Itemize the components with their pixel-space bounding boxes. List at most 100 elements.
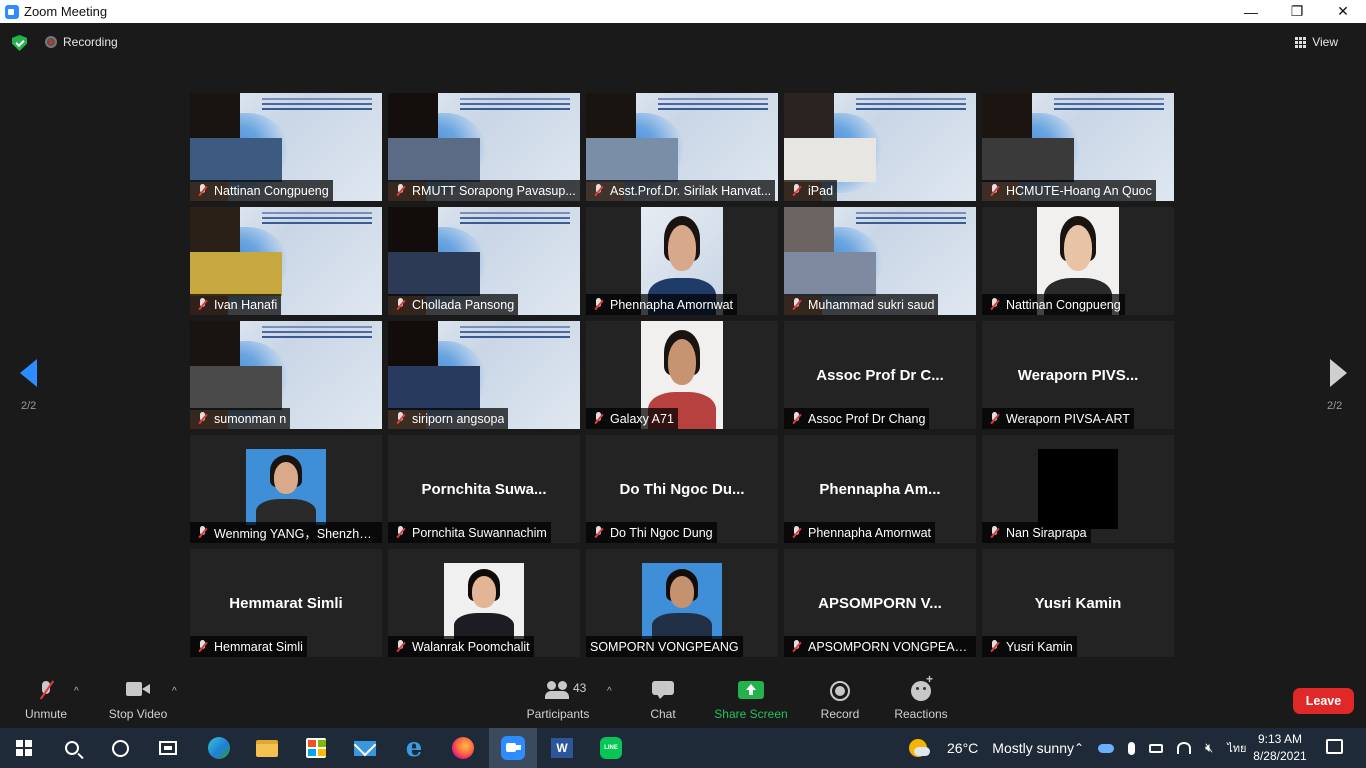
participant-name-label: siriporn angsopa [388,408,509,429]
participant-video-tile[interactable]: Pornchita Suwa... Pornchita Suwannachim [388,435,580,543]
security-shield-icon[interactable] [12,35,27,51]
word-taskbar-button[interactable]: W [538,728,586,768]
clock-date: 8/28/2021 [1253,749,1307,763]
close-button[interactable]: ✕ [1320,0,1366,23]
muted-microphone-icon [393,180,409,201]
meeting-area: Recording View 2/2 2/2 Nattinan Congpuen… [0,23,1366,671]
participant-name-label: Muhammad sukri saud [784,294,939,315]
muted-microphone-icon [39,681,53,701]
system-clock[interactable]: 9:13 AM 8/28/2021 [1248,731,1312,765]
share-screen-icon [738,681,764,699]
internet-explorer-taskbar-button[interactable]: e [390,728,438,768]
reactions-button[interactable]: Reactions [893,671,949,728]
chat-button[interactable]: Chat [646,671,680,728]
participant-video-tile[interactable]: iPad [784,93,976,201]
battery-icon[interactable] [1149,743,1164,753]
mail-taskbar-button[interactable] [341,728,389,768]
participant-shoulders [784,138,877,182]
minimize-button[interactable]: — [1228,0,1274,23]
participants-button[interactable]: 43 Participants [525,671,591,728]
participant-hair [982,93,1032,139]
participants-options-caret-icon[interactable]: ^ [607,686,612,697]
weather-widget[interactable]: 26°C Mostly sunny [909,728,1074,768]
participant-video-tile[interactable]: Galaxy A71 [586,321,778,429]
audio-options-caret-icon[interactable]: ^ [74,686,79,697]
next-page-arrow-icon[interactable] [1330,359,1347,387]
onedrive-cloud-icon[interactable] [1098,743,1115,753]
show-hidden-icons-chevron-icon[interactable]: ⌃ [1074,741,1084,755]
muted-microphone-icon [591,180,607,201]
start-button[interactable] [0,728,48,768]
wifi-icon[interactable] [1177,742,1192,754]
edge-browser-icon [208,737,230,759]
video-options-caret-icon[interactable]: ^ [172,686,177,697]
share-screen-button[interactable]: Share Screen [714,671,788,728]
microphone-icon[interactable] [1128,741,1136,755]
participant-shoulders [388,366,481,410]
volume-muted-icon[interactable]: 🔇︎ [1205,740,1213,756]
zoom-taskbar-button[interactable] [489,728,537,768]
muted-microphone-icon [987,408,1003,429]
participant-video-tile[interactable]: APSOMPORN V... APSOMPORN VONGPEANG [784,549,976,657]
participant-video-tile[interactable]: HCMUTE-Hoang An Quoc [982,93,1174,201]
input-language-indicator[interactable]: ไทย [1227,739,1246,757]
participant-video-tile[interactable]: Nattinan Congpueng [190,93,382,201]
participant-name-text: sumonman n [214,411,287,426]
task-view-button[interactable] [144,728,192,768]
title-bar: Zoom Meeting — ❐ ✕ [0,0,1366,23]
leave-meeting-button[interactable]: Leave [1293,688,1354,714]
muted-microphone-icon [393,408,409,429]
participant-video-tile[interactable]: Yusri Kamin Yusri Kamin [982,549,1174,657]
participant-name-label: Pornchita Suwannachim [388,522,551,543]
maximize-button[interactable]: ❐ [1274,0,1320,23]
participant-video-tile[interactable]: siriporn angsopa [388,321,580,429]
muted-microphone-icon [195,522,211,543]
unmute-button[interactable]: Unmute [22,671,70,728]
store-taskbar-button[interactable] [292,728,340,768]
participant-name-text: Nan Siraprapa [1006,525,1087,540]
muted-microphone-icon [987,636,1003,657]
participant-video-tile[interactable]: Ivan Hanafi [190,207,382,315]
participant-video-tile[interactable]: Weraporn PIVS... Weraporn PIVSA-ART [982,321,1174,429]
participant-video-tile[interactable]: Hemmarat Simli Hemmarat Simli [190,549,382,657]
page-indicator-left: 2/2 [21,400,37,412]
search-button[interactable] [48,728,96,768]
line-taskbar-button[interactable]: LINE [587,728,635,768]
internet-explorer-icon: e [405,733,423,763]
participant-video-tile[interactable]: SOMPORN VONGPEANG [586,549,778,657]
participant-video-tile[interactable]: Assoc Prof Dr C... Assoc Prof Dr Chang [784,321,976,429]
previous-page-arrow-icon[interactable] [20,359,37,387]
participant-video-tile[interactable]: Walanrak Poomchalit [388,549,580,657]
notifications-icon[interactable] [1326,739,1343,754]
participant-name-text: Assoc Prof Dr Chang [808,411,926,426]
firefox-taskbar-button[interactable] [439,728,487,768]
participant-video-tile[interactable]: Nattinan Congpueng [982,207,1174,315]
file-explorer-taskbar-button[interactable] [243,728,291,768]
view-label: View [1312,35,1338,49]
participant-video-tile[interactable]: Asst.Prof.Dr. Sirilak Hanvat... [586,93,778,201]
participant-video-tile[interactable]: Phennapha Amornwat [586,207,778,315]
participant-video-tile[interactable]: sumonman n [190,321,382,429]
muted-microphone-icon [789,636,805,657]
recording-label: Recording [63,35,118,49]
participant-video-tile[interactable]: RMUTT Sorapong Pavasup... [388,93,580,201]
participant-video-tile[interactable]: Do Thi Ngoc Du... Do Thi Ngoc Dung [586,435,778,543]
record-button[interactable]: Record [818,671,862,728]
partly-sunny-weather-icon [909,739,930,757]
participant-video-tile[interactable]: Wenming YANG，Shenzhen... [190,435,382,543]
view-button[interactable]: View [1295,35,1338,49]
participant-hair [388,93,438,139]
participant-video-tile[interactable]: Muhammad sukri saud [784,207,976,315]
recording-indicator[interactable]: Recording [45,35,118,49]
stop-video-button[interactable]: Stop Video [106,671,170,728]
participants-count: 43 [573,681,587,695]
participant-name-text: Do Thi Ngoc Dung [610,525,713,540]
participant-video-tile[interactable]: Chollada Pansong [388,207,580,315]
participant-name-text: Nattinan Congpueng [214,183,329,198]
search-icon [65,741,79,755]
participant-profile-photo [642,563,722,639]
participant-video-tile[interactable]: Phennapha Am... Phennapha Amornwat [784,435,976,543]
participant-video-tile[interactable]: Nan Siraprapa [982,435,1174,543]
cortana-button[interactable] [96,728,144,768]
edge-taskbar-button[interactable] [195,728,243,768]
